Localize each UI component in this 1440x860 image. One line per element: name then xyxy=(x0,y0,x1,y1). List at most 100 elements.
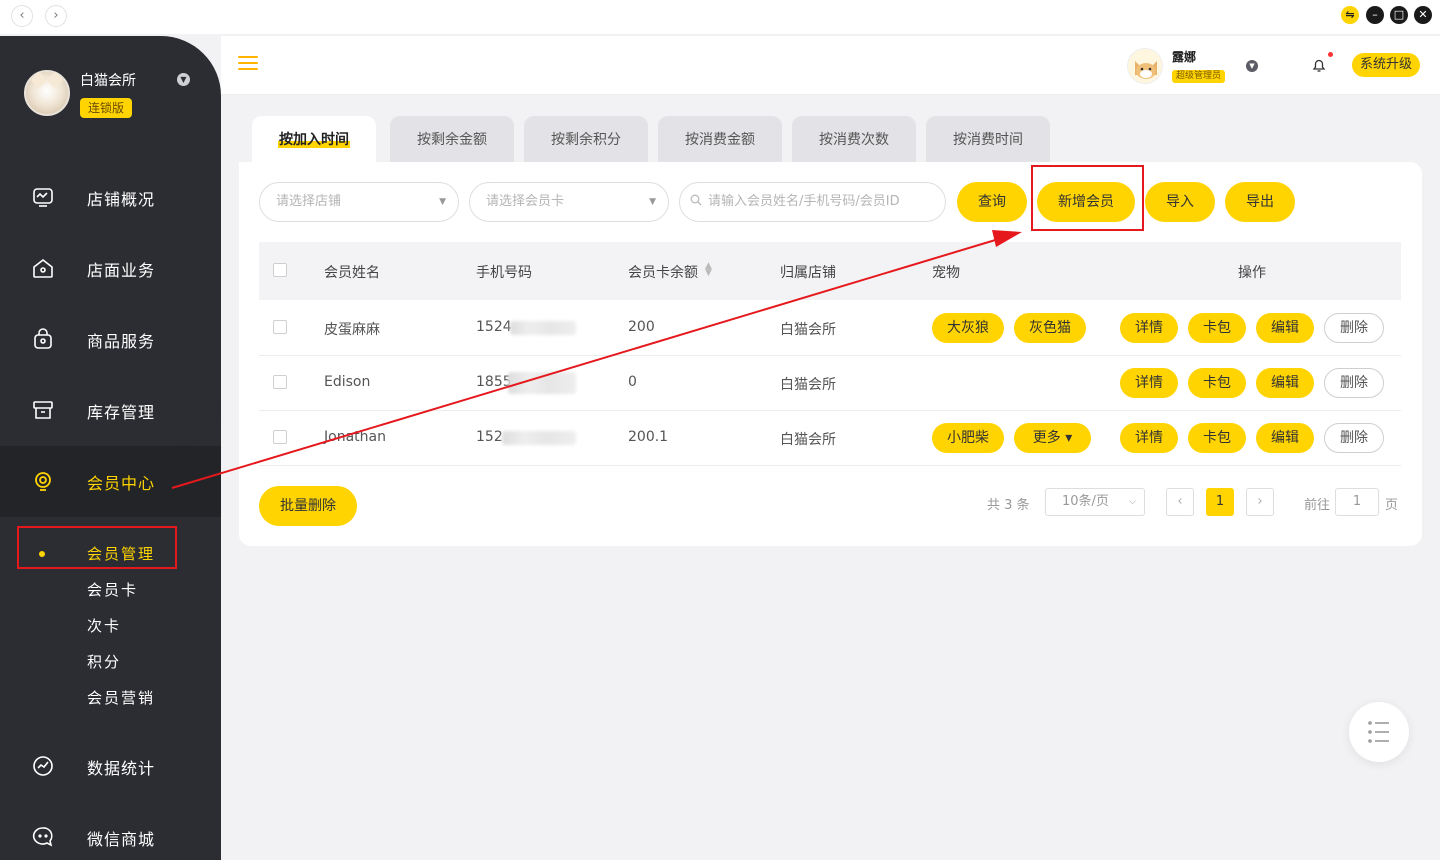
sidebar-item-label: 会员中心 xyxy=(87,474,156,493)
sidebar-item-goods-service[interactable]: 商品服务 xyxy=(0,304,221,375)
sort-icon[interactable]: ▲ ▼ xyxy=(705,262,712,278)
chat-icon xyxy=(32,827,53,847)
chevron-down-icon[interactable]: ▼ xyxy=(1246,60,1258,72)
submenu-points[interactable]: 积分 xyxy=(87,651,121,672)
close-icon[interactable]: ✕ xyxy=(1414,6,1432,24)
next-page-button[interactable]: › xyxy=(1246,488,1274,516)
user-name: 露娜 xyxy=(1172,50,1197,64)
sidebar-item-member-center[interactable]: 会员中心 xyxy=(0,446,221,517)
system-upgrade-button[interactable]: 系统升级 xyxy=(1352,53,1420,77)
caret-down-icon: ▼ xyxy=(649,197,656,207)
tab-remaining-amount[interactable]: 按剩余金额 xyxy=(390,116,514,162)
monitor-icon xyxy=(33,188,53,207)
member-name: Jonathan xyxy=(324,429,386,445)
column-header-phone: 手机号码 xyxy=(476,265,532,281)
sidebar-item-label: 库存管理 xyxy=(87,403,156,422)
page-number-current[interactable]: 1 xyxy=(1206,488,1234,516)
more-pets-dropdown[interactable]: 更多 ▾ xyxy=(1014,423,1091,453)
member-card-select[interactable]: 请选择会员卡 ▼ xyxy=(469,182,669,222)
delete-button[interactable]: 删除 xyxy=(1324,368,1384,398)
tab-spending-amount[interactable]: 按消费金额 xyxy=(658,116,782,162)
sidebar-item-store-business[interactable]: 店面业务 xyxy=(0,233,221,304)
sidebar-item-wechat-mall[interactable]: 微信商城 xyxy=(0,802,221,860)
row-checkbox[interactable] xyxy=(273,320,287,334)
row-checkbox[interactable] xyxy=(273,430,287,444)
member-store: 白猫会所 xyxy=(780,322,836,338)
member-phone: 1855 xyxy=(476,374,512,390)
store-select[interactable]: 请选择店铺 ▼ xyxy=(259,182,459,222)
detail-button[interactable]: 详情 xyxy=(1120,313,1178,343)
member-balance: 0 xyxy=(628,374,637,390)
card-wallet-button[interactable]: 卡包 xyxy=(1188,423,1246,453)
member-card-select-placeholder: 请选择会员卡 xyxy=(486,194,565,209)
card-wallet-button[interactable]: 卡包 xyxy=(1188,368,1246,398)
chevron-down-icon: ⌵ xyxy=(1129,497,1136,507)
shop-name: 白猫会所 xyxy=(80,73,136,89)
delete-button[interactable]: 删除 xyxy=(1324,313,1384,343)
sidebar-item-label: 数据统计 xyxy=(87,759,156,778)
sidebar-item-label: 店面业务 xyxy=(87,261,156,280)
prev-page-button[interactable]: ‹ xyxy=(1166,488,1194,516)
search-placeholder: 请输入会员姓名/手机号码/会员ID xyxy=(708,194,900,209)
tab-spending-count[interactable]: 按消费次数 xyxy=(792,116,916,162)
bell-icon[interactable] xyxy=(1312,57,1326,73)
search-icon xyxy=(690,194,702,206)
forward-icon[interactable]: › xyxy=(45,5,67,27)
edit-button[interactable]: 编辑 xyxy=(1256,313,1314,343)
select-all-checkbox[interactable] xyxy=(273,263,287,277)
column-header-pets: 宠物 xyxy=(932,265,960,281)
pet-tag[interactable]: 小肥柴 xyxy=(932,423,1004,453)
member-store: 白猫会所 xyxy=(780,377,836,393)
submenu-count-card[interactable]: 次卡 xyxy=(87,615,121,636)
edit-button[interactable]: 编辑 xyxy=(1256,423,1314,453)
page-size-select[interactable]: 10条/页 ⌵ xyxy=(1045,488,1145,516)
pet-tag[interactable]: 灰色猫 xyxy=(1014,313,1086,343)
member-balance: 200 xyxy=(628,319,655,335)
store-select-placeholder: 请选择店铺 xyxy=(276,194,342,209)
user-role-badge: 超级管理员 xyxy=(1172,70,1226,83)
goto-page-input[interactable]: 1 xyxy=(1335,488,1379,516)
row-checkbox[interactable] xyxy=(273,375,287,389)
sidebar-item-label: 店铺概况 xyxy=(87,190,156,209)
edit-button[interactable]: 编辑 xyxy=(1256,368,1314,398)
sidebar-item-store-overview[interactable]: 店铺概况 xyxy=(0,162,221,233)
pin-icon[interactable]: ⇋ xyxy=(1341,6,1359,24)
tab-remaining-points[interactable]: 按剩余积分 xyxy=(524,116,648,162)
card-wallet-button[interactable]: 卡包 xyxy=(1188,313,1246,343)
tab-spending-time[interactable]: 按消费时间 xyxy=(926,116,1050,162)
member-phone: 152 xyxy=(476,429,503,445)
tab-join-time[interactable]: 按加入时间 xyxy=(252,116,376,162)
page-size-value: 10条/页 xyxy=(1062,494,1109,509)
export-button[interactable]: 导出 xyxy=(1225,182,1295,222)
sidebar-item-label: 商品服务 xyxy=(87,332,156,351)
delete-button[interactable]: 删除 xyxy=(1324,423,1384,453)
maximize-icon[interactable]: □ xyxy=(1390,6,1408,24)
import-button[interactable]: 导入 xyxy=(1145,182,1215,222)
submenu-member-marketing[interactable]: 会员营销 xyxy=(87,687,155,708)
sidebar-item-inventory[interactable]: 库存管理 xyxy=(0,375,221,446)
window-titlebar: ‹ › ⇋ – □ ✕ xyxy=(0,0,1440,34)
member-name: Edison xyxy=(324,374,371,390)
row-divider xyxy=(259,410,1401,411)
floating-menu-button[interactable] xyxy=(1349,702,1409,762)
menu-toggle-icon[interactable] xyxy=(238,56,258,72)
pet-tag[interactable]: 大灰狼 xyxy=(932,313,1004,343)
detail-button[interactable]: 详情 xyxy=(1120,368,1178,398)
search-input[interactable]: 请输入会员姓名/手机号码/会员ID xyxy=(679,182,946,222)
column-header-balance[interactable]: 会员卡余额 xyxy=(628,262,698,282)
query-button[interactable]: 查询 xyxy=(957,182,1027,222)
sidebar-item-label: 微信商城 xyxy=(87,830,156,849)
detail-button[interactable]: 详情 xyxy=(1120,423,1178,453)
bag-icon xyxy=(34,328,52,349)
submenu-member-card[interactable]: 会员卡 xyxy=(87,579,138,600)
box-icon xyxy=(33,401,53,419)
chevron-down-icon[interactable]: ▼ xyxy=(177,73,190,86)
minimize-icon[interactable]: – xyxy=(1366,6,1384,24)
annotation-box-add-member xyxy=(1031,165,1144,231)
user-avatar[interactable] xyxy=(1127,48,1163,84)
sidebar-item-data-statistics[interactable]: 数据统计 xyxy=(0,731,221,802)
tab-label: 按加入时间 xyxy=(278,132,350,148)
batch-delete-button[interactable]: 批量删除 xyxy=(259,486,357,526)
back-icon[interactable]: ‹ xyxy=(11,5,33,27)
phone-redaction xyxy=(502,431,576,445)
